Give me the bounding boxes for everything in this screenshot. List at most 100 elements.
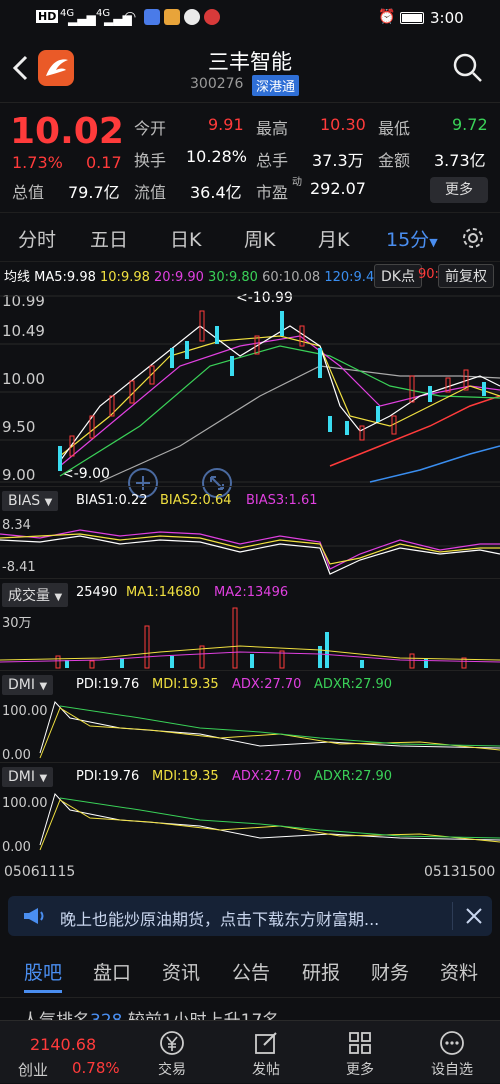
tab-timeshare[interactable]: 分时 xyxy=(18,225,56,252)
market-tag: 深港通 xyxy=(252,75,300,96)
ma250-trailing: 90: xyxy=(418,267,439,282)
ad-banner[interactable]: 晚上也能炒原油期货，点击下载东方财富期... xyxy=(8,896,492,936)
index-name: 创业 xyxy=(18,1061,49,1079)
kline-chart[interactable] xyxy=(0,286,500,484)
add-watchlist-button[interactable]: 设自选 xyxy=(412,1021,492,1084)
more-nav-label: 更多 xyxy=(346,1062,374,1078)
volume-header: 成交量 ▼ 25490 MA1:14680 MA2:13496 xyxy=(0,578,500,607)
bias2-value: BIAS2:0.64 xyxy=(160,493,232,508)
dmi2-indicator-select[interactable]: DMI ▼ xyxy=(2,767,54,787)
more-button[interactable]: 更多 xyxy=(430,177,488,203)
add-watchlist-label: 设自选 xyxy=(431,1062,473,1078)
dmi1-chart xyxy=(39,701,500,759)
ma-label: 均线 xyxy=(4,270,31,285)
xaxis-end: 05131500 xyxy=(424,864,496,880)
index-value: 2140.68 xyxy=(30,1035,97,1054)
status-bar: HD 4G ▂▄▆ 4G ▂▄▆ ◠ ⏰ 3:00 xyxy=(0,0,500,36)
wifi-icon: ◠ xyxy=(124,9,137,25)
grid-icon xyxy=(349,1032,371,1054)
ma5-value: MA5:9.98 xyxy=(34,270,96,285)
bias-header: BIAS ▼ BIAS1:0.22 BIAS2:0.64 BIAS3:1.61 xyxy=(0,486,500,514)
ma250-line xyxy=(329,395,500,467)
tab-announcements[interactable]: 公告 xyxy=(232,958,270,985)
tab-research[interactable]: 研报 xyxy=(302,958,340,985)
ma20-value: 20:9.90 xyxy=(154,270,204,285)
tab-forum[interactable]: 股吧 xyxy=(24,958,62,985)
mktcap-label: 总值 xyxy=(12,183,45,202)
dk-point-button[interactable]: DK点 xyxy=(374,264,422,288)
volume-value: 37.3万 xyxy=(312,151,364,170)
dmi1-indicator-select[interactable]: DMI ▼ xyxy=(2,675,54,695)
float-label: 流值 xyxy=(134,183,167,202)
pe-value: 292.07 xyxy=(310,179,366,198)
caret-down-icon: ▼ xyxy=(54,592,63,603)
caret-down-icon: ▼ xyxy=(39,773,48,784)
edit-icon xyxy=(255,1032,277,1054)
index-ticker[interactable]: 2140.68 创业 0.78% xyxy=(0,1021,130,1084)
bias-indicator-select[interactable]: BIAS ▼ xyxy=(2,491,59,511)
last-price: 10.02 xyxy=(10,111,124,152)
pe-label: 市盈 xyxy=(256,183,289,202)
post-button[interactable]: 发帖 xyxy=(226,1021,306,1084)
ellipsis-circle-icon xyxy=(440,1031,464,1055)
ma20-line xyxy=(59,335,500,467)
hd-badge: HD xyxy=(36,10,59,23)
low-label: 最低 xyxy=(378,119,411,138)
post-label: 发帖 xyxy=(252,1062,280,1078)
caret-down-icon: ▼ xyxy=(429,236,438,249)
megaphone-icon xyxy=(24,908,44,924)
chart-area: 均线 MA5:9.98 10:9.98 20:9.90 30:9.80 60:1… xyxy=(0,262,500,882)
search-icon[interactable] xyxy=(452,52,484,84)
app-icon xyxy=(184,9,200,25)
gear-icon[interactable] xyxy=(460,225,486,251)
caret-down-icon: ▼ xyxy=(44,497,53,508)
turnover-label: 换手 xyxy=(134,151,167,170)
volume-indicator-select[interactable]: 成交量 ▼ xyxy=(2,583,69,607)
tab-month-k[interactable]: 月K xyxy=(318,225,349,252)
high-value: 10.30 xyxy=(320,115,366,134)
change-amount: 0.17 xyxy=(86,153,122,172)
xaxis-start: 05061115 xyxy=(4,864,76,880)
battery-icon xyxy=(400,12,424,24)
banner-divider xyxy=(452,902,453,930)
index-percent: 0.78% xyxy=(72,1059,120,1077)
more-nav-button[interactable]: 更多 xyxy=(320,1021,400,1084)
bias1-value: BIAS1:0.22 xyxy=(76,493,148,508)
tab-profile[interactable]: 资料 xyxy=(440,958,478,985)
banner-text: 晚上也能炒原油期货，点击下载东方财富期... xyxy=(60,910,380,929)
tab-orderbook[interactable]: 盘口 xyxy=(93,958,131,985)
clock-time: 3:00 xyxy=(430,9,464,27)
change-percent: 1.73% xyxy=(12,153,63,172)
pe-sup: 动 xyxy=(292,177,302,188)
amount-label: 金额 xyxy=(378,151,411,170)
amount-value: 3.73亿 xyxy=(434,151,486,170)
tab-news[interactable]: 资讯 xyxy=(162,958,200,985)
dmi1-adxr: ADXR:27.90 xyxy=(314,677,393,692)
close-icon[interactable] xyxy=(464,906,484,926)
candles xyxy=(58,310,486,471)
volume-chart xyxy=(0,607,500,669)
bias-chart xyxy=(0,529,500,575)
ma-legend: 均线 MA5:9.98 10:9.98 20:9.90 30:9.80 60:1… xyxy=(4,266,403,285)
dmi2-pdi: PDI:19.76 xyxy=(76,769,140,784)
dmi2-chart xyxy=(39,793,500,851)
open-value: 9.91 xyxy=(208,115,244,134)
open-label: 今开 xyxy=(134,119,167,138)
alarm-icon: ⏰ xyxy=(378,9,396,25)
active-tab-indicator xyxy=(24,990,62,993)
tab-finance[interactable]: 财务 xyxy=(371,958,409,985)
ma10-value: 10:9.98 xyxy=(100,270,150,285)
tab-five-day[interactable]: 五日 xyxy=(90,225,128,252)
volume-ma1: MA1:14680 xyxy=(126,585,201,600)
tab-week-k[interactable]: 周K xyxy=(244,225,275,252)
high-label: 最高 xyxy=(256,119,289,138)
weibo-icon xyxy=(204,9,220,25)
tab-15min[interactable]: 15分▼ xyxy=(386,225,438,252)
dmi2-header: DMI ▼ PDI:19.76 MDI:19.35 ADX:27.70 ADXR… xyxy=(0,762,500,790)
tab-day-k[interactable]: 日K xyxy=(170,225,201,252)
trade-button[interactable]: 交易 xyxy=(132,1021,212,1084)
ma10-line xyxy=(59,335,500,457)
quote-panel: 10.02 1.73% 0.17 总值 79.7亿 今开 9.91 最高 10.… xyxy=(0,102,500,212)
bias3-value: BIAS3:1.61 xyxy=(246,493,318,508)
adjust-button[interactable]: 前复权 xyxy=(438,264,494,288)
